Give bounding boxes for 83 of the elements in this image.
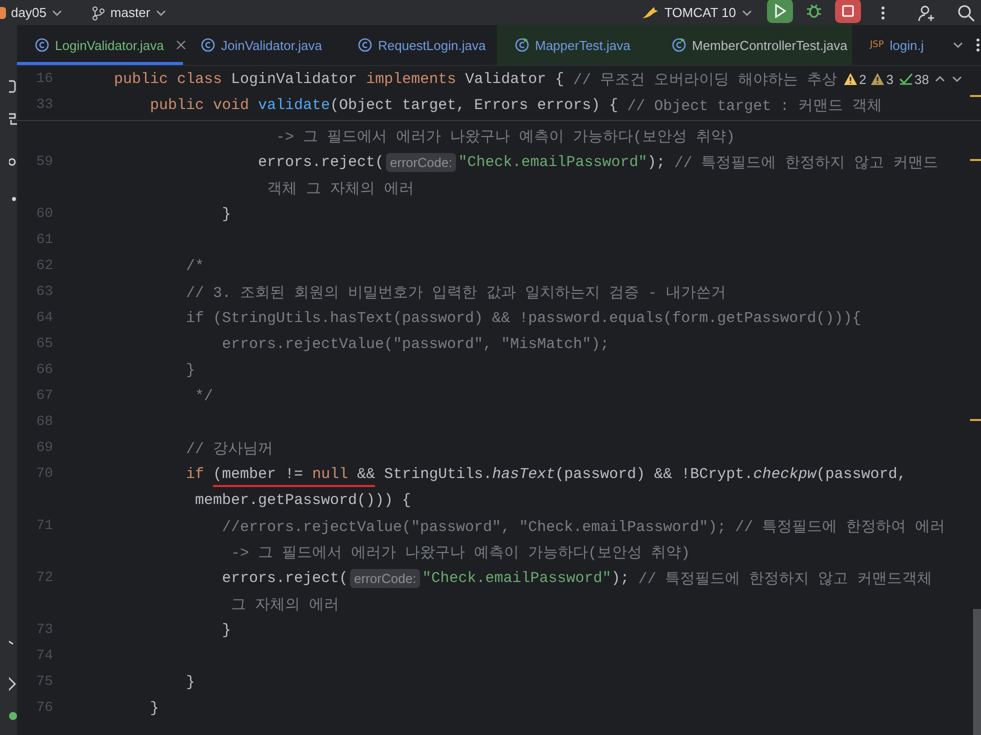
class-icon — [358, 38, 372, 52]
dot-icon[interactable] — [11, 196, 17, 202]
project-menu[interactable]: day05 — [0, 4, 64, 20]
code-text: LoginValidator — [231, 70, 358, 88]
comment: // 강사님꺼 — [185, 440, 274, 458]
code-text: Validator { — [465, 70, 566, 88]
inlay-hint: errorCode: — [350, 568, 420, 588]
comment: // 특정필드에 한정하지 않고 커맨드객체 — [638, 570, 932, 588]
code-text: (member != — [213, 466, 312, 486]
keyword: public void — [149, 96, 250, 114]
warning-icon — [844, 73, 858, 85]
code-text: (Object target, Errors errors) { — [330, 96, 620, 114]
scrollbar-thumb[interactable] — [973, 609, 981, 735]
inspection-counter[interactable]: 38 — [898, 72, 929, 86]
code-text: StringUtils. — [383, 466, 492, 482]
code-text: (password, — [816, 466, 906, 482]
comment: if (StringUtils.hasText(password) && !password.equals(form.getPassword())){ — [185, 310, 862, 326]
file-tab[interactable]: MemberControllerTest.java — [654, 25, 852, 65]
code-text: ); — [647, 154, 666, 170]
project-icon — [0, 4, 6, 20]
comment: // 무조건 오버라이딩 해야하는 추상 — [573, 70, 838, 88]
more-icon[interactable] — [976, 37, 980, 53]
file-tab[interactable]: MapperTest.java — [497, 25, 654, 65]
string-literal: "Check.emailPassword" — [458, 154, 648, 170]
comment: -> 그 필드에서 에러가 나왔구나 예측이 가능하다(보안성 취약) — [230, 544, 690, 562]
code-text: } — [221, 206, 232, 222]
error-stripe-mark — [970, 95, 981, 97]
class-icon — [35, 38, 49, 52]
code-text: && — [348, 466, 376, 486]
add-user-icon[interactable] — [917, 4, 935, 22]
static-method-name: hasText — [492, 466, 556, 482]
weak-warning-icon — [871, 73, 884, 85]
run-button[interactable] — [767, 0, 793, 22]
file-type-label: JSP — [870, 40, 884, 50]
status-dot-icon — [9, 711, 17, 721]
comment: errors.rejectValue("password", "MisMatch"); — [221, 336, 610, 352]
test-class-icon — [672, 38, 686, 52]
error-stripe-mark — [970, 159, 981, 161]
code-text: } — [149, 700, 160, 716]
keyword: implements — [366, 70, 458, 88]
code-text: (password) && !BCrypt. — [555, 466, 754, 482]
method-name: validate — [258, 96, 330, 114]
static-method-name: checkpw — [753, 466, 816, 482]
test-class-icon — [515, 38, 529, 52]
comment: // 3. 조회된 회원의 비밀번호가 입력한 값과 일치하는지 검증 - 내가쓴거 — [185, 284, 726, 302]
stop-icon — [841, 4, 855, 18]
code-text: errors.reject( — [221, 570, 348, 586]
code-text: ); — [611, 570, 630, 586]
stop-button[interactable] — [835, 0, 861, 22]
comment: 그 자체의 에러 — [230, 596, 340, 614]
debug-icon[interactable] — [805, 2, 823, 20]
string-literal: "Check.emailPassword" — [422, 570, 612, 586]
keyword: if — [185, 466, 206, 482]
file-tab[interactable]: JSP login.j — [852, 25, 952, 65]
error-stripe-mark — [970, 419, 981, 421]
comment: -> 그 필드에서 에러가 나왔구나 예측이 가능하다(보안성 취약) — [275, 128, 736, 146]
file-tab[interactable]: JoinValidator.java — [183, 25, 340, 65]
class-icon — [201, 38, 215, 52]
comment: } — [185, 362, 196, 378]
close-icon[interactable] — [176, 40, 186, 50]
comment: */ — [194, 388, 214, 404]
inspection-counter[interactable]: 2 — [844, 72, 866, 86]
code-text: } — [221, 622, 232, 638]
comment: // Object target : 커맨드 객체 — [627, 96, 882, 114]
branch-menu[interactable]: master — [91, 4, 168, 20]
check-icon — [898, 73, 913, 85]
search-icon[interactable] — [957, 4, 975, 22]
keyword: public class — [114, 70, 224, 88]
cat-icon — [641, 6, 660, 20]
comment: // 특정필드에 한정하지 않고 커맨드 — [674, 154, 938, 172]
more-icon[interactable] — [881, 4, 885, 20]
comment: 객체 그 자체의 에러 — [266, 180, 414, 198]
comment: /* — [185, 258, 204, 274]
code-text: member.getPassword())) { — [194, 492, 412, 508]
comment: //errors.rejectValue("password", "Check.emailPassword"); // 특정필드에 한정하여 에러 — [221, 518, 946, 536]
run-config-menu[interactable]: TOMCAT 10 — [641, 5, 753, 20]
branch-icon — [91, 4, 106, 20]
code-text: } — [185, 674, 196, 690]
file-tab[interactable]: RequestLogin.java — [340, 25, 497, 65]
code-text: errors.reject( — [257, 154, 384, 170]
keyword: null — [312, 466, 348, 486]
inlay-hint: errorCode: — [386, 152, 456, 172]
inspection-counter[interactable]: 3 — [871, 72, 894, 86]
